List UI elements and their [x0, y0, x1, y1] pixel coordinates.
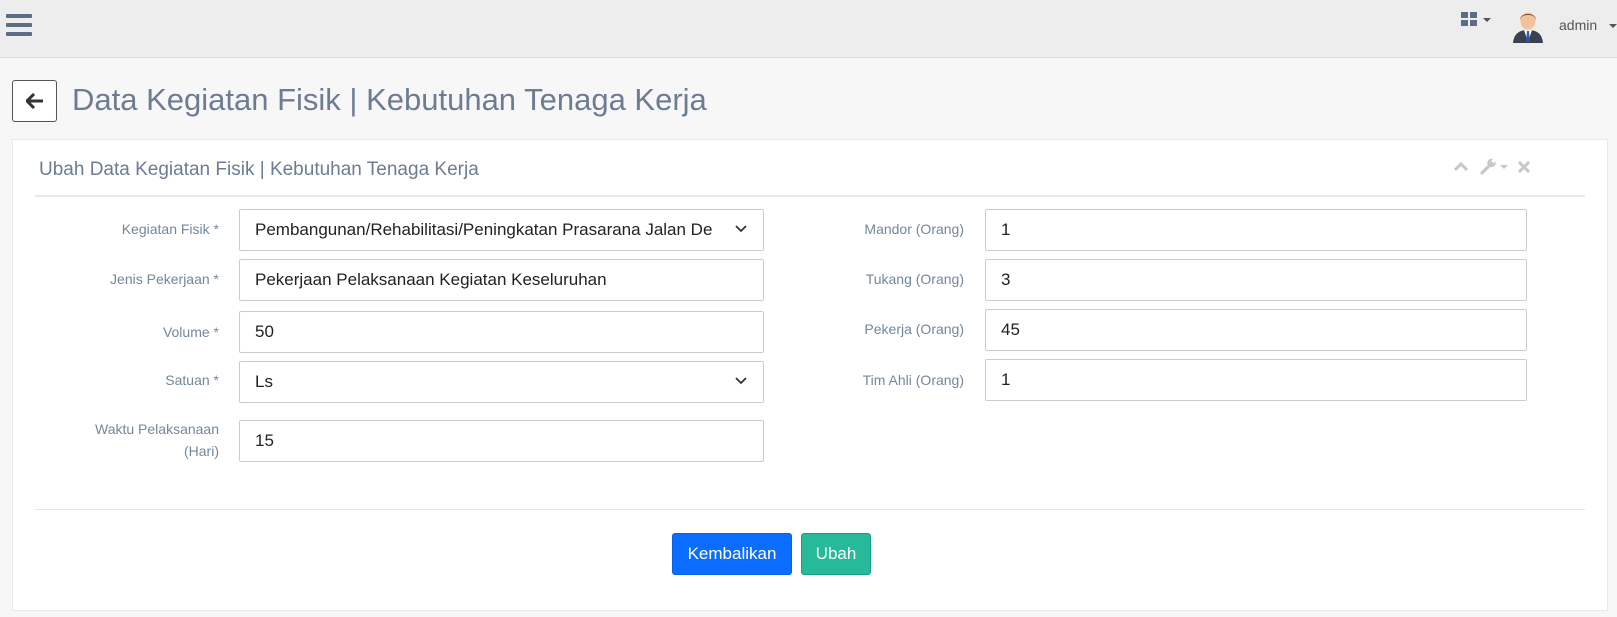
- volume-input[interactable]: 50: [239, 311, 764, 353]
- chevron-up-icon[interactable]: [1453, 160, 1469, 172]
- back-button[interactable]: [12, 80, 57, 122]
- jenis-pekerjaan-input[interactable]: Pekerjaan Pelaksanaan Kegiatan Keseluruh…: [239, 259, 764, 301]
- mandor-input[interactable]: 1: [985, 209, 1527, 251]
- waktu-pelaksanaan-input[interactable]: 15: [239, 420, 764, 462]
- close-icon[interactable]: [1517, 160, 1531, 174]
- user-name[interactable]: admin: [1559, 17, 1597, 33]
- jenis-pekerjaan-label: Jenis Pekerjaan *: [110, 271, 219, 287]
- satuan-select[interactable]: Ls: [239, 361, 764, 403]
- waktu-pelaksanaan-label: Waktu Pelaksanaan (Hari): [95, 421, 219, 459]
- wrench-icon[interactable]: [1479, 157, 1509, 175]
- volume-label: Volume *: [162, 324, 219, 340]
- hamburger-menu-icon[interactable]: [6, 14, 32, 40]
- tukang-input[interactable]: 3: [985, 259, 1527, 301]
- tim-ahli-input[interactable]: 1: [985, 359, 1527, 401]
- mandor-label: Mandor (Orang): [864, 221, 964, 237]
- user-avatar[interactable]: [1511, 9, 1545, 43]
- tim-ahli-label: Tim Ahli (Orang): [862, 372, 964, 388]
- pekerja-label: Pekerja (Orang): [864, 321, 964, 337]
- chevron-down-icon: [735, 377, 747, 385]
- form-footer-divider: [35, 509, 1585, 510]
- satuan-label: Satuan *: [165, 372, 219, 388]
- kegiatan-fisik-label: Kegiatan Fisik *: [121, 221, 219, 237]
- panel-divider: [35, 195, 1585, 197]
- tukang-label: Tukang (Orang): [865, 271, 964, 287]
- form-panel: Ubah Data Kegiatan Fisik | Kebutuhan Ten…: [12, 139, 1608, 611]
- caret-down-icon: [1483, 18, 1491, 22]
- apps-menu-button[interactable]: [1461, 12, 1497, 32]
- page-title: Data Kegiatan Fisik | Kebutuhan Tenaga K…: [72, 82, 707, 117]
- pekerja-input[interactable]: 45: [985, 309, 1527, 351]
- grid-icon: [1461, 12, 1477, 26]
- chevron-down-icon: [735, 225, 747, 233]
- ubah-button[interactable]: Ubah: [801, 533, 871, 575]
- panel-title: Ubah Data Kegiatan Fisik | Kebutuhan Ten…: [39, 159, 479, 180]
- top-navbar: admin: [0, 0, 1617, 58]
- kembalikan-button[interactable]: Kembalikan: [672, 533, 792, 575]
- caret-down-icon[interactable]: [1609, 24, 1617, 28]
- arrow-left-icon: [26, 93, 43, 109]
- kegiatan-fisik-select[interactable]: Pembangunan/Rehabilitasi/Peningkatan Pra…: [239, 209, 764, 251]
